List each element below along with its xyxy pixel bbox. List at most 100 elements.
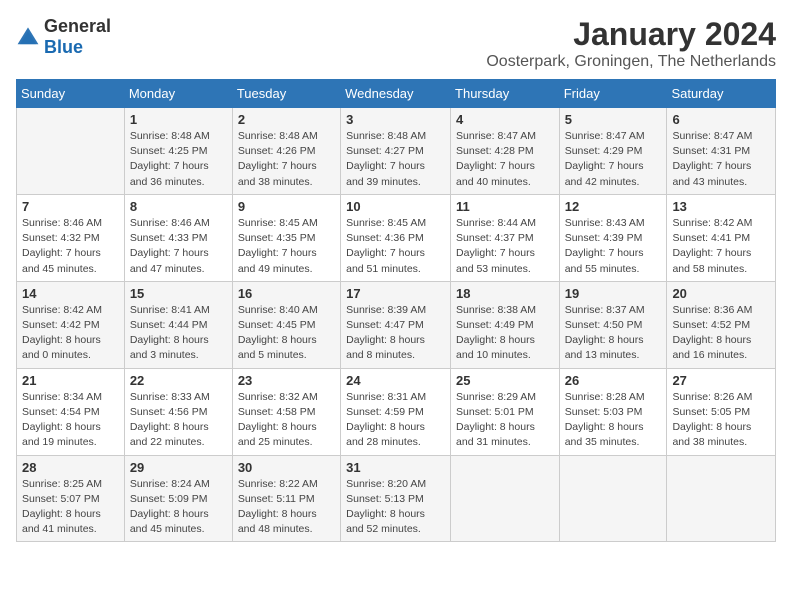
calendar-cell xyxy=(451,455,560,542)
day-info: Sunrise: 8:44 AMSunset: 4:37 PMDaylight:… xyxy=(456,216,554,277)
day-number: 14 xyxy=(22,286,119,301)
day-of-week-header: Monday xyxy=(124,80,232,108)
day-number: 5 xyxy=(565,112,662,127)
day-number: 11 xyxy=(456,199,554,214)
day-info: Sunrise: 8:36 AMSunset: 4:52 PMDaylight:… xyxy=(672,303,770,364)
calendar-cell: 5Sunrise: 8:47 AMSunset: 4:29 PMDaylight… xyxy=(559,108,667,195)
day-number: 9 xyxy=(238,199,335,214)
logo-icon xyxy=(16,25,40,49)
day-number: 7 xyxy=(22,199,119,214)
day-number: 27 xyxy=(672,373,770,388)
calendar-cell: 9 Sunrise: 8:45 AMSunset: 4:35 PMDaylight… xyxy=(232,194,340,281)
day-number: 31 xyxy=(346,460,445,475)
calendar-cell xyxy=(559,455,667,542)
day-info: Sunrise: 8:40 AMSunset: 4:45 PMDaylight:… xyxy=(238,303,335,364)
calendar-cell: 17 Sunrise: 8:39 AMSunset: 4:47 PMDayligh… xyxy=(341,281,451,368)
title-area: January 2024 Oosterpark, Groningen, The … xyxy=(486,16,776,71)
day-info: Sunrise: 8:45 AMSunset: 4:35 PMDaylight:… xyxy=(238,216,335,277)
calendar-cell: 20 Sunrise: 8:36 AMSunset: 4:52 PMDayligh… xyxy=(667,281,776,368)
calendar-cell xyxy=(667,455,776,542)
day-info: Sunrise: 8:38 AMSunset: 4:49 PMDaylight:… xyxy=(456,303,554,364)
calendar-cell: 12 Sunrise: 8:43 AMSunset: 4:39 PMDayligh… xyxy=(559,194,667,281)
day-of-week-header: Wednesday xyxy=(341,80,451,108)
calendar-cell: 31 Sunrise: 8:20 AMSunset: 5:13 PMDayligh… xyxy=(341,455,451,542)
day-info: Sunrise: 8:42 AMSunset: 4:42 PMDaylight:… xyxy=(22,303,119,364)
day-number: 26 xyxy=(565,373,662,388)
page-header: General Blue January 2024 Oosterpark, Gr… xyxy=(16,16,776,71)
day-number: 3 xyxy=(346,112,445,127)
day-info: Sunrise: 8:22 AMSunset: 5:11 PMDaylight:… xyxy=(238,477,335,538)
calendar-cell: 24Sunrise: 8:31 AMSunset: 4:59 PMDayligh… xyxy=(341,368,451,455)
day-info: Sunrise: 8:45 AMSunset: 4:36 PMDaylight:… xyxy=(346,216,445,277)
day-number: 1 xyxy=(130,112,227,127)
logo: General Blue xyxy=(16,16,111,58)
calendar-cell: 2 Sunrise: 8:48 AMSunset: 4:26 PMDaylight… xyxy=(232,108,340,195)
calendar: SundayMondayTuesdayWednesdayThursdayFrid… xyxy=(16,79,776,542)
day-info: Sunrise: 8:24 AMSunset: 5:09 PMDaylight:… xyxy=(130,477,227,538)
calendar-cell: 4 Sunrise: 8:47 AMSunset: 4:28 PMDaylight… xyxy=(451,108,560,195)
day-info: Sunrise: 8:25 AMSunset: 5:07 PMDaylight:… xyxy=(22,477,119,538)
day-of-week-header: Sunday xyxy=(17,80,125,108)
day-info: Sunrise: 8:33 AMSunset: 4:56 PMDaylight:… xyxy=(130,390,227,451)
calendar-cell: 28 Sunrise: 8:25 AMSunset: 5:07 PMDayligh… xyxy=(17,455,125,542)
day-number: 17 xyxy=(346,286,445,301)
month-title: January 2024 xyxy=(486,16,776,53)
day-info: Sunrise: 8:46 AMSunset: 4:32 PMDaylight:… xyxy=(22,216,119,277)
calendar-week-row: 7 Sunrise: 8:46 AMSunset: 4:32 PMDaylight… xyxy=(17,194,776,281)
calendar-cell: 11 Sunrise: 8:44 AMSunset: 4:37 PMDayligh… xyxy=(451,194,560,281)
day-info: Sunrise: 8:43 AMSunset: 4:39 PMDaylight:… xyxy=(565,216,662,277)
day-info: Sunrise: 8:32 AMSunset: 4:58 PMDaylight:… xyxy=(238,390,335,451)
calendar-header-row: SundayMondayTuesdayWednesdayThursdayFrid… xyxy=(17,80,776,108)
day-number: 18 xyxy=(456,286,554,301)
day-number: 20 xyxy=(672,286,770,301)
day-number: 30 xyxy=(238,460,335,475)
calendar-cell: 13Sunrise: 8:42 AMSunset: 4:41 PMDayligh… xyxy=(667,194,776,281)
day-number: 10 xyxy=(346,199,445,214)
day-number: 12 xyxy=(565,199,662,214)
calendar-cell: 15 Sunrise: 8:41 AMSunset: 4:44 PMDayligh… xyxy=(124,281,232,368)
day-number: 19 xyxy=(565,286,662,301)
day-info: Sunrise: 8:41 AMSunset: 4:44 PMDaylight:… xyxy=(130,303,227,364)
calendar-cell: 19 Sunrise: 8:37 AMSunset: 4:50 PMDayligh… xyxy=(559,281,667,368)
day-number: 13 xyxy=(672,199,770,214)
day-info: Sunrise: 8:48 AMSunset: 4:26 PMDaylight:… xyxy=(238,129,335,190)
location-title: Oosterpark, Groningen, The Netherlands xyxy=(486,53,776,71)
day-info: Sunrise: 8:48 AMSunset: 4:27 PMDaylight:… xyxy=(346,129,445,190)
calendar-week-row: 14 Sunrise: 8:42 AMSunset: 4:42 PMDayligh… xyxy=(17,281,776,368)
day-number: 8 xyxy=(130,199,227,214)
day-info: Sunrise: 8:39 AMSunset: 4:47 PMDaylight:… xyxy=(346,303,445,364)
day-number: 25 xyxy=(456,373,554,388)
day-number: 16 xyxy=(238,286,335,301)
day-info: Sunrise: 8:20 AMSunset: 5:13 PMDaylight:… xyxy=(346,477,445,538)
day-info: Sunrise: 8:48 AMSunset: 4:25 PMDaylight:… xyxy=(130,129,227,190)
day-number: 6 xyxy=(672,112,770,127)
calendar-cell: 27 Sunrise: 8:26 AMSunset: 5:05 PMDayligh… xyxy=(667,368,776,455)
calendar-cell: 23 Sunrise: 8:32 AMSunset: 4:58 PMDayligh… xyxy=(232,368,340,455)
calendar-cell: 25 Sunrise: 8:29 AMSunset: 5:01 PMDayligh… xyxy=(451,368,560,455)
calendar-cell: 29 Sunrise: 8:24 AMSunset: 5:09 PMDayligh… xyxy=(124,455,232,542)
day-info: Sunrise: 8:26 AMSunset: 5:05 PMDaylight:… xyxy=(672,390,770,451)
day-number: 2 xyxy=(238,112,335,127)
calendar-cell: 30 Sunrise: 8:22 AMSunset: 5:11 PMDayligh… xyxy=(232,455,340,542)
day-number: 23 xyxy=(238,373,335,388)
day-info: Sunrise: 8:47 AMSunset: 4:31 PMDaylight:… xyxy=(672,129,770,190)
calendar-cell: 14 Sunrise: 8:42 AMSunset: 4:42 PMDayligh… xyxy=(17,281,125,368)
logo-text-blue: Blue xyxy=(44,37,83,57)
day-number: 28 xyxy=(22,460,119,475)
day-info: Sunrise: 8:28 AMSunset: 5:03 PMDaylight:… xyxy=(565,390,662,451)
day-number: 4 xyxy=(456,112,554,127)
day-of-week-header: Thursday xyxy=(451,80,560,108)
day-number: 22 xyxy=(130,373,227,388)
day-info: Sunrise: 8:37 AMSunset: 4:50 PMDaylight:… xyxy=(565,303,662,364)
day-info: Sunrise: 8:46 AMSunset: 4:33 PMDaylight:… xyxy=(130,216,227,277)
calendar-cell: 10 Sunrise: 8:45 AMSunset: 4:36 PMDayligh… xyxy=(341,194,451,281)
calendar-cell: 3 Sunrise: 8:48 AMSunset: 4:27 PMDaylight… xyxy=(341,108,451,195)
day-info: Sunrise: 8:29 AMSunset: 5:01 PMDaylight:… xyxy=(456,390,554,451)
day-number: 15 xyxy=(130,286,227,301)
calendar-cell: 8 Sunrise: 8:46 AMSunset: 4:33 PMDaylight… xyxy=(124,194,232,281)
day-number: 29 xyxy=(130,460,227,475)
day-info: Sunrise: 8:47 AMSunset: 4:28 PMDaylight:… xyxy=(456,129,554,190)
day-of-week-header: Friday xyxy=(559,80,667,108)
calendar-week-row: 1 Sunrise: 8:48 AMSunset: 4:25 PMDaylight… xyxy=(17,108,776,195)
calendar-cell xyxy=(17,108,125,195)
